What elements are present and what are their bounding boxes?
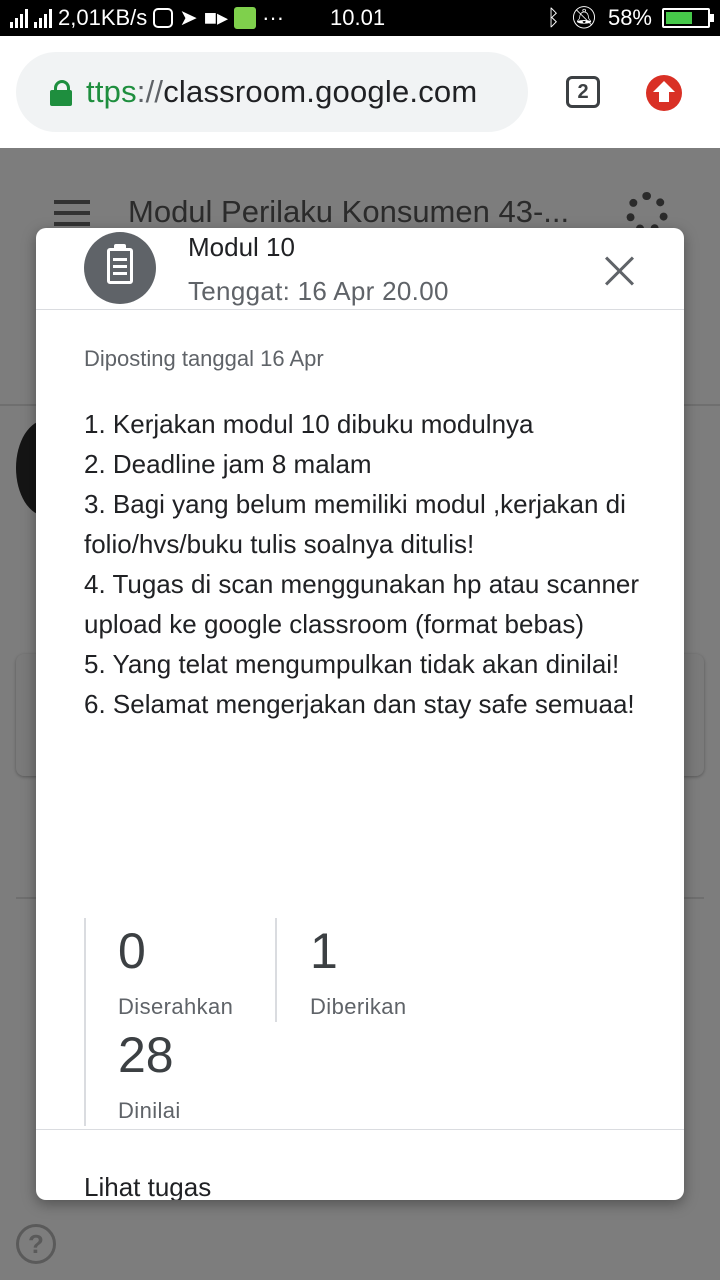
assignment-title: Modul 10 [188,232,295,262]
android-icon [234,7,257,29]
submitted-count[interactable]: 0 [118,922,146,980]
posted-date: Diposting tanggal 16 Apr [84,346,324,371]
dialog-header: Modul 10 Tenggat: 16 Apr 20.00 [36,228,684,310]
more-dots-icon: ··· [262,5,285,30]
instruction-item: 1. Kerjakan modul 10 dibuku modulnya [84,409,534,439]
video-icon: ■▸ [203,5,229,30]
stat-divider [275,918,277,1022]
silent-bell-icon: 🔕︎ [570,5,598,30]
battery-percent: 58% [607,5,652,30]
stat-divider [84,918,86,1126]
instruction-item: 5. Yang telat mengumpulkan tidak akan di… [84,649,620,679]
clock: 10.01 [330,5,386,30]
instruction-item: 4. Tugas di scan menggunakan hp atau sca… [84,569,640,639]
url-text[interactable]: ttps://classroom.google.com [86,74,477,110]
instructions: 1. Kerjakan modul 10 dibuku modulnya 2. … [84,404,644,724]
lock-icon[interactable] [50,80,72,106]
class-title: Modul Perilaku Konsumen 43-... [128,194,570,229]
instruction-item: 3. Bagi yang belum memiliki modul ,kerja… [84,489,626,559]
instruction-item: 6. Selamat mengerjakan dan stay safe sem… [84,689,635,719]
assignment-icon [84,232,156,304]
update-icon[interactable] [646,75,682,111]
assignment-dialog: Modul 10 Tenggat: 16 Apr 20.00 Diposting… [36,228,684,1200]
battery-charging-icon [662,8,714,28]
browser-toolbar: ttps://classroom.google.com 2 [0,36,720,148]
instagram-icon [153,8,174,28]
graded-count[interactable]: 28 [118,1026,174,1084]
assigned-label[interactable]: Diberikan [310,994,407,1020]
due-date: Tenggat: 16 Apr 20.00 [188,276,449,306]
close-icon[interactable] [602,252,638,288]
view-assignment-link[interactable]: Lihat tugas [84,1172,211,1200]
instruction-item: 2. Deadline jam 8 malam [84,449,372,479]
help-icon: ? [16,1224,56,1264]
assigned-count[interactable]: 1 [310,922,338,980]
signal-h-icon [34,8,52,28]
divider [36,1129,684,1130]
submitted-label[interactable]: Diserahkan [118,994,233,1020]
graded-label[interactable]: Dinilai [118,1098,181,1124]
address-bar[interactable]: ttps://classroom.google.com [16,52,528,132]
telegram-icon: ➤ [179,5,198,30]
status-bar: 2,01KB/s ➤ ■▸ ··· 10.01 ᛒ 🔕︎ 58% [0,0,720,36]
bluetooth-icon: ᛒ [546,5,561,30]
network-speed: 2,01KB/s [58,5,148,30]
signal-icon [10,8,28,28]
tab-switcher-button[interactable]: 2 [566,76,600,108]
submission-stats: 0 Diserahkan 1 Diberikan 28 Dinilai [84,918,644,1128]
